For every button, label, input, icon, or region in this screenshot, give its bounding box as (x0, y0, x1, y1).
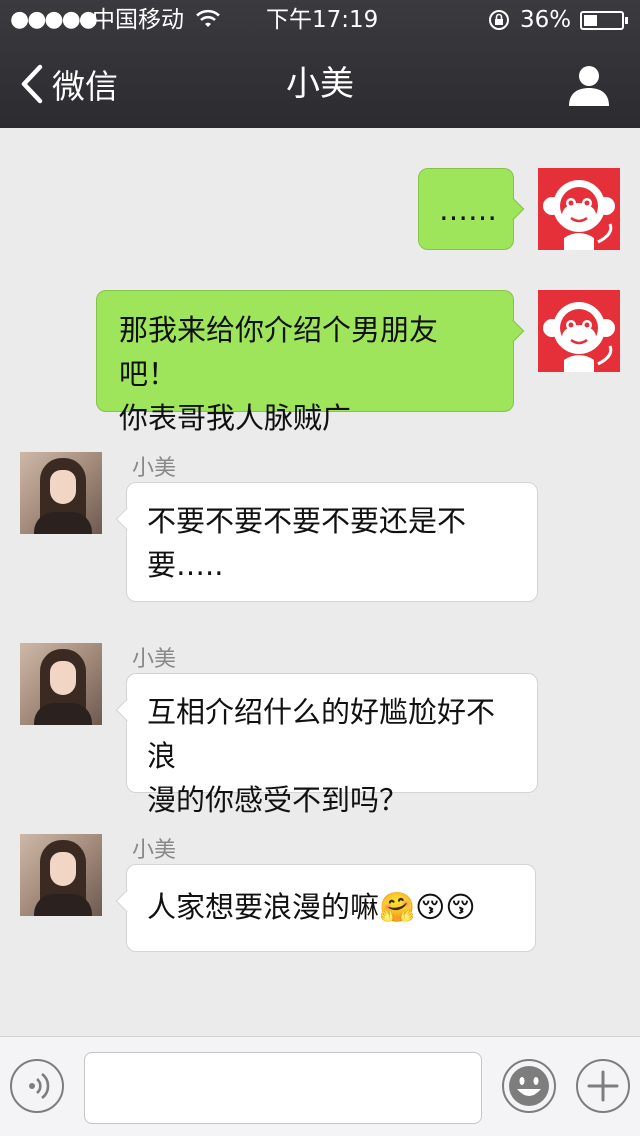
more-button[interactable] (576, 1059, 630, 1113)
contact-avatar[interactable] (20, 834, 102, 916)
wifi-icon (196, 9, 220, 27)
monkey-avatar[interactable] (538, 168, 620, 250)
signal-strength: ●●●●● (10, 7, 98, 32)
monkey-icon (538, 290, 620, 372)
message-bubble[interactable]: 那我来给你介绍个男朋友吧！ 你表哥我人脉贼广 (96, 290, 525, 435)
plus-icon (587, 1070, 619, 1102)
sender-name: 小美 (132, 456, 177, 481)
message-text: 不要不要不要不要还是不 要….. (147, 504, 467, 582)
back-label: 微信 (52, 67, 118, 106)
voice-button[interactable] (10, 1059, 64, 1113)
person-icon[interactable] (566, 62, 612, 108)
status-time: 下午17:19 (266, 7, 379, 33)
chevron-left-icon (21, 64, 43, 104)
smiley-icon (509, 1066, 549, 1106)
message-text: 互相介绍什么的好尴尬好不浪 漫的你感受不到吗？ (147, 695, 496, 817)
battery-icon (580, 11, 628, 30)
message-text: 人家想要浪漫的嘛🤗😚😚 (147, 890, 476, 924)
input-bar (0, 1036, 640, 1136)
monkey-icon (538, 168, 620, 250)
sender-name: 小美 (132, 647, 177, 672)
top-bar: ●●●●● 中国移动 下午17:19 36% 小美 微信 (0, 0, 640, 128)
message-input[interactable] (84, 1052, 482, 1124)
sender-name: 小美 (132, 838, 177, 863)
contact-photo (20, 834, 102, 916)
contact-avatar[interactable] (20, 643, 102, 725)
message-bubble[interactable]: …… (418, 168, 525, 250)
message-bubble[interactable]: 互相介绍什么的好尴尬好不浪 漫的你感受不到吗？ (115, 673, 538, 817)
battery-percent: 36% (520, 7, 572, 33)
carrier-name: 中国移动 (92, 7, 184, 33)
contact-avatar[interactable] (20, 452, 102, 534)
voice-icon (29, 1072, 50, 1100)
contact-photo (20, 643, 102, 725)
nav-bar: 小美 微信 (0, 40, 640, 128)
contact-photo (20, 452, 102, 534)
back-button[interactable]: 微信 (18, 60, 118, 108)
message-bubble[interactable]: 不要不要不要不要还是不 要….. (115, 482, 538, 602)
emoji-button[interactable] (502, 1059, 556, 1113)
message-text: 那我来给你介绍个男朋友吧！ 你表哥我人脉贼广 (119, 313, 439, 435)
rotation-lock-icon (489, 10, 509, 30)
message-bubble[interactable]: 人家想要浪漫的嘛🤗😚😚 (115, 864, 536, 952)
status-bar: ●●●●● 中国移动 下午17:19 36% (0, 0, 640, 40)
message-text: …… (439, 193, 497, 227)
monkey-avatar[interactable] (538, 290, 620, 372)
